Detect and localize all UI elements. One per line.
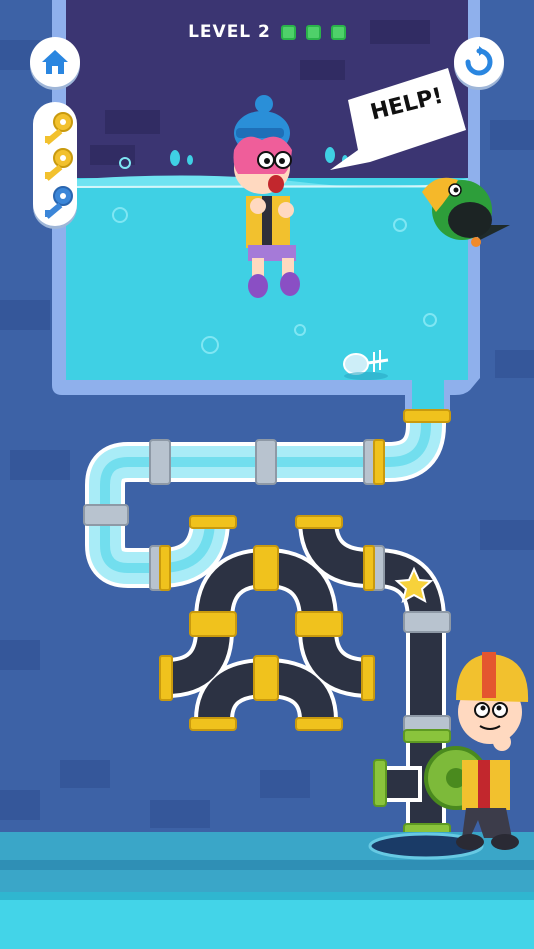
bottom-water [0, 892, 534, 949]
level-star-pip [330, 24, 346, 40]
gold-key-icon [44, 112, 73, 145]
home-button[interactable] [30, 37, 80, 87]
gold-key-icon [44, 148, 73, 181]
restart-icon [465, 46, 493, 76]
level-label: LEVEL 2 [188, 22, 271, 42]
home-icon [42, 50, 68, 74]
level-star-pip [305, 24, 321, 40]
blue-key-icon [44, 186, 73, 219]
level-star-pip [280, 24, 296, 40]
keys-panel [33, 102, 77, 226]
level-indicator: LEVEL 2 [0, 22, 534, 42]
restart-button[interactable] [454, 37, 504, 87]
